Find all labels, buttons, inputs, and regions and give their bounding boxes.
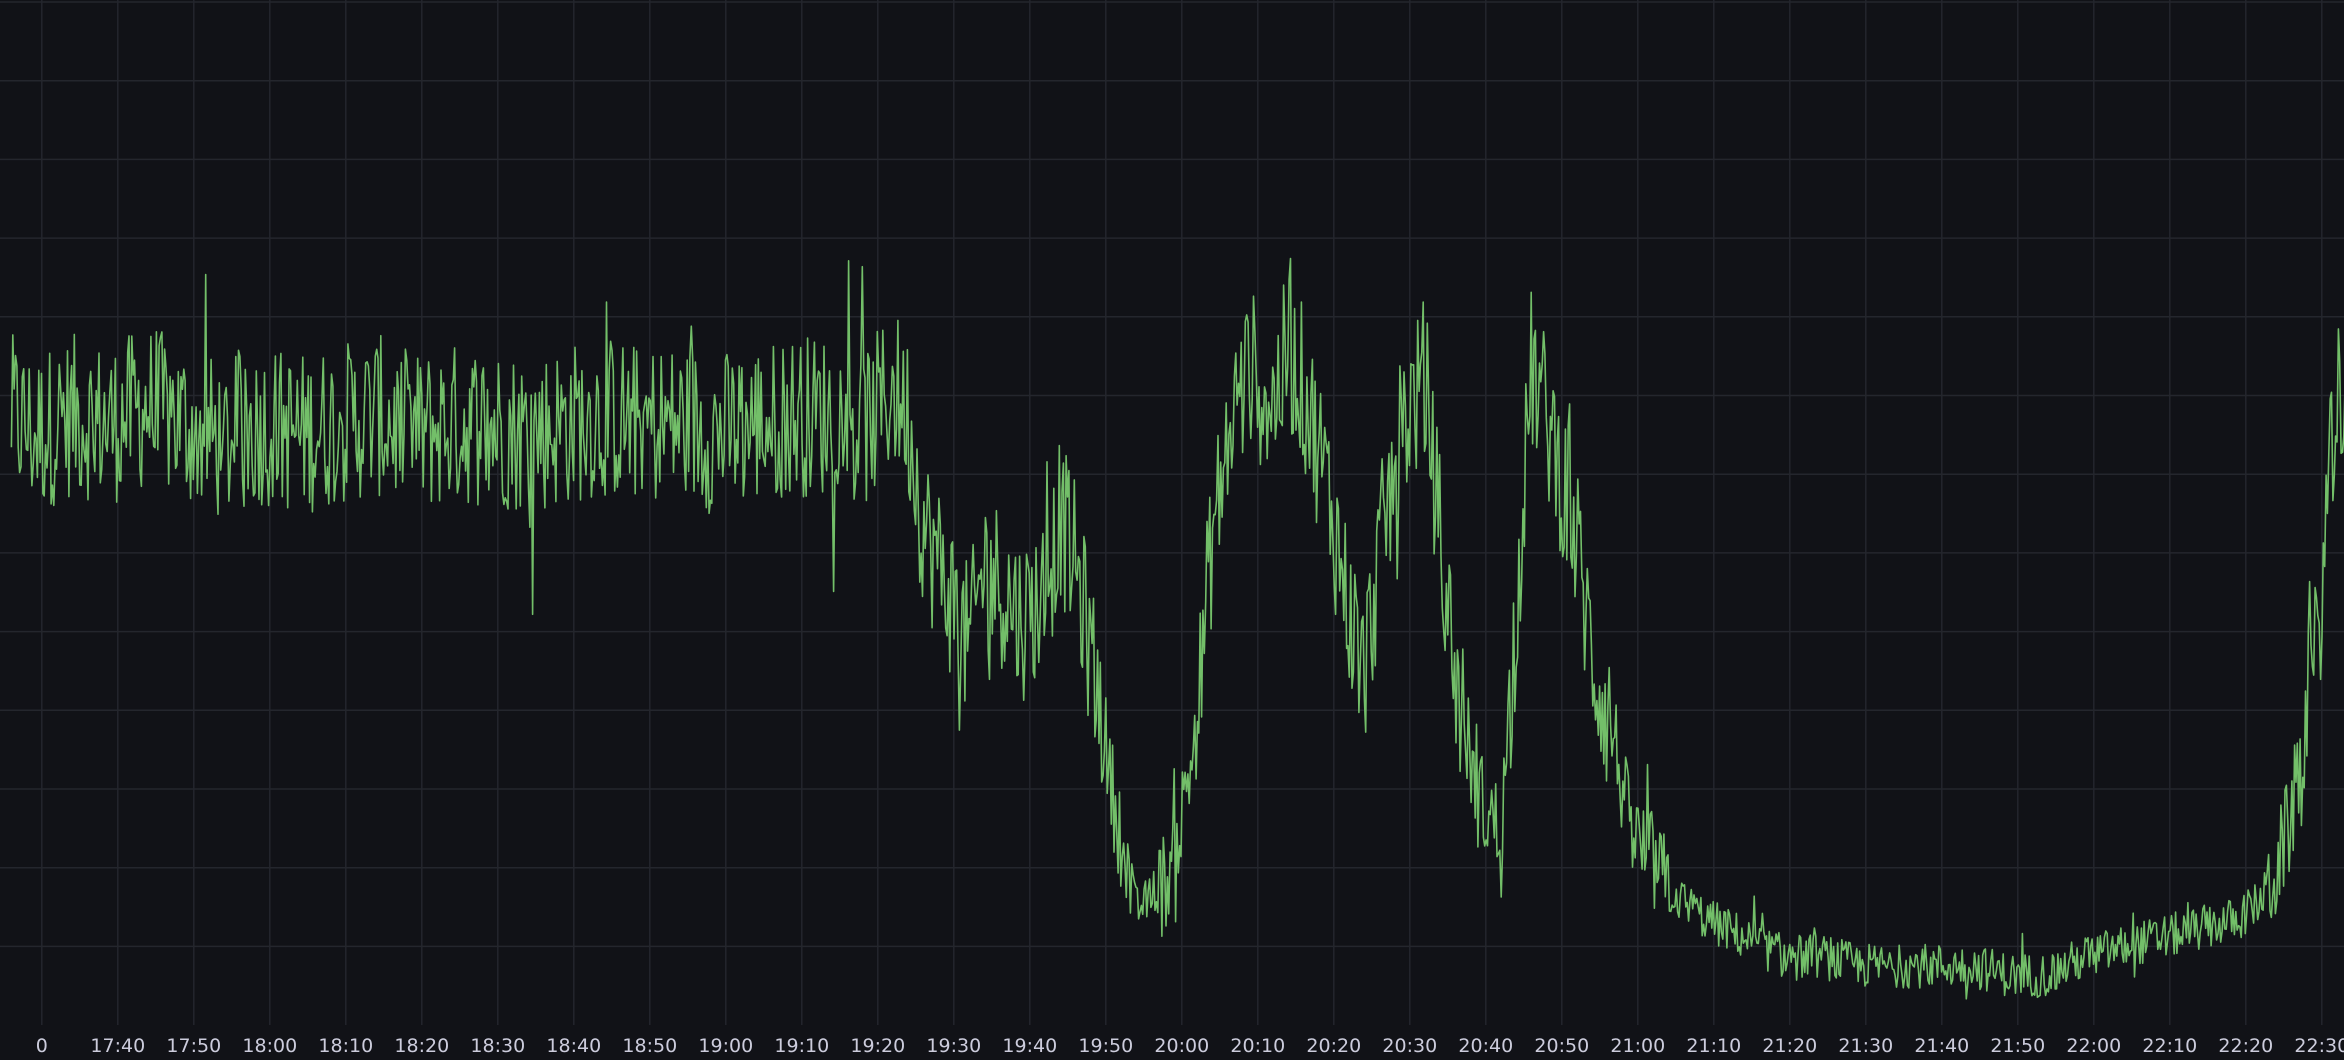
x-tick-label: 21:40: [1914, 1035, 1969, 1057]
x-tick-label: 21:30: [1838, 1035, 1893, 1057]
x-tick-label: 17:50: [166, 1035, 221, 1057]
x-tick-label: 19:00: [698, 1035, 753, 1057]
x-tick-label: 21:50: [1990, 1035, 2045, 1057]
x-tick-label: 20:10: [1230, 1035, 1285, 1057]
x-tick-label: 19:20: [850, 1035, 905, 1057]
x-tick-label: 20:40: [1458, 1035, 1513, 1057]
x-tick-label: 21:10: [1686, 1035, 1741, 1057]
x-tick-label: 18:20: [394, 1035, 449, 1057]
x-tick-label: 20:30: [1382, 1035, 1437, 1057]
time-series-chart: 0 17:40 17:50 18:00 18:10 18:20 18:30 18:40 18:5…: [0, 0, 2344, 1060]
x-tick-label: 17:40: [90, 1035, 145, 1057]
x-tick-label: 20:50: [1534, 1035, 1589, 1057]
x-tick-label: 22:20: [2218, 1035, 2273, 1057]
x-tick-label: 0: [36, 1035, 48, 1057]
x-tick-label: 19:30: [926, 1035, 981, 1057]
x-tick-label: 20:00: [1154, 1035, 1209, 1057]
x-tick-label: 18:10: [318, 1035, 373, 1057]
x-tick-label: 20:20: [1306, 1035, 1361, 1057]
x-tick-label: 18:50: [622, 1035, 677, 1057]
x-tick-label: 18:00: [242, 1035, 297, 1057]
x-tick-label: 21:00: [1610, 1035, 1665, 1057]
x-tick-label: 19:50: [1078, 1035, 1133, 1057]
x-tick-label: 22:10: [2142, 1035, 2197, 1057]
x-tick-label: 18:30: [470, 1035, 525, 1057]
x-tick-label: 18:40: [546, 1035, 601, 1057]
x-tick-label: 19:40: [1002, 1035, 1057, 1057]
x-tick-label: 22:00: [2066, 1035, 2121, 1057]
x-tick-label: 19:10: [774, 1035, 829, 1057]
x-tick-label: 21:20: [1762, 1035, 1817, 1057]
x-tick-label: 22:30: [2294, 1035, 2344, 1057]
